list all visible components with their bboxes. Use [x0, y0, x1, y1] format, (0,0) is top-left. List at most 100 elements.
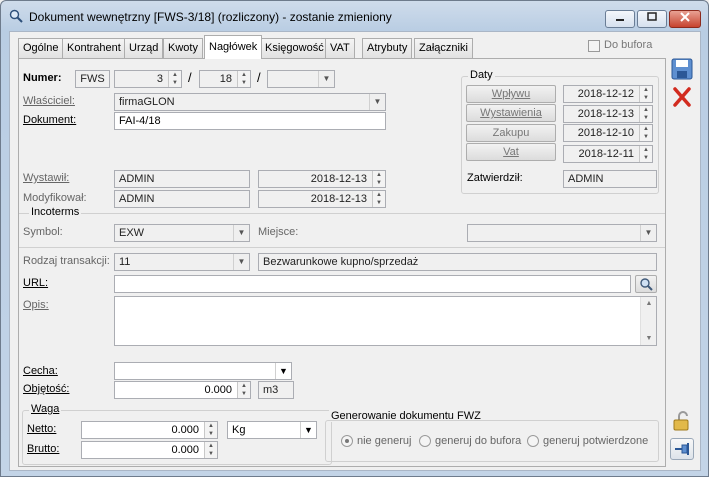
daty-title: Daty	[468, 69, 495, 81]
chevron-down-icon: ▼	[369, 94, 385, 110]
document-search-icon	[9, 9, 23, 23]
netto-spinner[interactable]: ▲ ▼	[204, 422, 217, 438]
wystawienia-date-field[interactable]: 2018-12-13 ▲ ▼	[563, 105, 653, 123]
zakupu-date-spinner[interactable]: ▲ ▼	[639, 125, 652, 141]
netto-value: 0.000	[171, 424, 199, 436]
wplywu-date-field[interactable]: 2018-12-12 ▲ ▼	[563, 85, 653, 103]
unlock-icon	[673, 411, 689, 431]
numer-separator-2: /	[257, 70, 261, 85]
tab-vat[interactable]: VAT	[325, 38, 355, 58]
rodzaj-transakcji-code: 11	[119, 256, 131, 268]
cecha-dropdown[interactable]: ▼	[114, 362, 292, 380]
cancel-button[interactable]	[670, 86, 694, 108]
tab-zalaczniki[interactable]: Załączniki	[414, 38, 473, 58]
window: Dokument wewnętrzny [FWS-3/18] (rozliczo…	[0, 0, 709, 477]
vat-date-field[interactable]: 2018-12-11 ▲ ▼	[563, 145, 653, 163]
chevron-down-icon: ▼	[640, 225, 656, 241]
objetosc-field[interactable]: 0.000 ▲ ▼	[114, 381, 251, 399]
numer-number-field[interactable]: 3 ▲ ▼	[114, 70, 182, 88]
brutto-spinner[interactable]: ▲ ▼	[204, 442, 217, 458]
pin-button[interactable]	[670, 438, 694, 460]
zakupu-date-value: 2018-12-10	[577, 127, 634, 139]
fwz-option-potwierdzone[interactable]: generuj potwierdzone	[527, 435, 648, 447]
rodzaj-transakcji-dropdown[interactable]: 11 ▼	[114, 253, 250, 271]
tab-naglowek[interactable]: Nagłówek	[204, 35, 263, 59]
vat-date-button[interactable]: Vat	[466, 143, 556, 161]
minimize-button[interactable]	[605, 10, 635, 28]
chevron-down-icon: ▼	[233, 254, 249, 270]
wystawienia-button[interactable]: Wystawienia	[466, 104, 556, 122]
vat-date-spinner[interactable]: ▲ ▼	[639, 146, 652, 162]
brutto-label: Brutto:	[27, 443, 60, 455]
wplywu-date-value: 2018-12-12	[577, 88, 634, 100]
zatwierdzil-label: Zatwierdził:	[467, 172, 523, 184]
miejsce-dropdown[interactable]: ▼	[467, 224, 657, 242]
waga-unit-value: Kg	[232, 424, 246, 436]
title-bar: Dokument wewnętrzny [FWS-3/18] (rozliczo…	[1, 1, 708, 31]
modyfikowal-user-field: ADMIN	[114, 190, 250, 208]
wystawil-user-field: ADMIN	[114, 170, 250, 188]
netto-field[interactable]: 0.000 ▲ ▼	[81, 421, 218, 439]
numer-number-spinner[interactable]: ▲ ▼	[168, 71, 181, 87]
modyfikowal-label: Modyfikował:	[23, 192, 87, 204]
close-button[interactable]	[669, 10, 701, 28]
numer-series-dropdown[interactable]: ▼	[267, 70, 335, 88]
window-title: Dokument wewnętrzny [FWS-3/18] (rozliczo…	[29, 10, 392, 24]
url-field[interactable]	[114, 275, 631, 293]
waga-unit-dropdown[interactable]: Kg ▼	[227, 421, 317, 439]
brutto-field[interactable]: 0.000 ▲ ▼	[81, 441, 218, 459]
zakupu-button-label: Zakupu	[492, 127, 530, 139]
cecha-label: Cecha:	[23, 365, 58, 377]
wystawienia-button-label: Wystawienia	[480, 107, 542, 119]
radio-icon	[527, 435, 539, 447]
fwz-option-do-bufora[interactable]: generuj do bufora	[419, 435, 521, 447]
wplywu-button[interactable]: Wpływu	[466, 85, 556, 103]
numer-year-value: 18	[219, 73, 232, 85]
opis-scrollbar[interactable]: ▲ ▼	[640, 297, 656, 345]
tab-ksiegowosc[interactable]: Księgowość	[260, 38, 329, 58]
numer-year-spinner[interactable]: ▲ ▼	[237, 71, 250, 87]
unlock-button[interactable]	[670, 410, 694, 432]
tab-urzad[interactable]: Urząd	[124, 38, 164, 58]
wplywu-date-spinner[interactable]: ▲ ▼	[639, 86, 652, 102]
dokument-field[interactable]: FAI-4/18	[114, 112, 386, 130]
netto-label: Netto:	[27, 423, 57, 435]
numer-year-field[interactable]: 18 ▲ ▼	[199, 70, 251, 88]
maximize-button[interactable]	[637, 10, 667, 28]
wystawil-label: Wystawił:	[23, 172, 70, 184]
zakupu-button[interactable]: Zakupu	[466, 124, 556, 142]
wystawienia-date-value: 2018-12-13	[577, 108, 634, 120]
vat-date-value: 2018-12-11	[578, 148, 634, 160]
dokument-label: Dokument:	[23, 114, 77, 126]
do-bufora-label: Do bufora	[604, 39, 653, 51]
scroll-up-icon: ▲	[645, 300, 653, 307]
symbol-dropdown[interactable]: EXW ▼	[114, 224, 250, 242]
save-button[interactable]	[670, 58, 694, 80]
do-bufora-checkbox[interactable]	[588, 40, 600, 52]
fwz-option-nie-generuj[interactable]: nie generuj	[341, 435, 411, 447]
open-url-button[interactable]	[635, 275, 657, 293]
chevron-down-icon: ▼	[300, 422, 316, 438]
symbol-value: EXW	[119, 227, 145, 239]
zakupu-date-field[interactable]: 2018-12-10 ▲ ▼	[563, 124, 653, 142]
opis-textarea[interactable]: ▲ ▼	[114, 296, 657, 346]
wystawil-date-field: 2018-12-13 ▲ ▼	[258, 170, 386, 188]
symbol-label: Symbol:	[23, 226, 63, 238]
incoterms-title: Incoterms	[29, 206, 82, 218]
tab-kontrahent[interactable]: Kontrahent	[62, 38, 126, 58]
wystawienia-date-spinner[interactable]: ▲ ▼	[639, 106, 652, 122]
numer-number-value: 3	[156, 73, 163, 85]
wystawil-date-value: 2018-12-13	[310, 173, 367, 185]
wlasciciel-dropdown[interactable]: firmaGLON ▼	[114, 93, 386, 111]
rodzaj-transakcji-label: Rodzaj transakcji:	[23, 255, 110, 267]
chevron-down-icon: ▼	[233, 225, 249, 241]
wlasciciel-value: firmaGLON	[119, 96, 175, 108]
miejsce-label: Miejsce:	[258, 226, 299, 238]
modyfikowal-date-spinner: ▲ ▼	[372, 191, 385, 207]
tab-kwoty[interactable]: Kwoty	[163, 38, 203, 58]
wplywu-button-label: Wpływu	[491, 88, 531, 100]
objetosc-spinner[interactable]: ▲ ▼	[237, 382, 250, 398]
vat-date-button-label: Vat	[503, 146, 519, 158]
tab-ogolne[interactable]: Ogólne	[18, 38, 64, 58]
tab-atrybuty[interactable]: Atrybuty	[362, 38, 413, 58]
